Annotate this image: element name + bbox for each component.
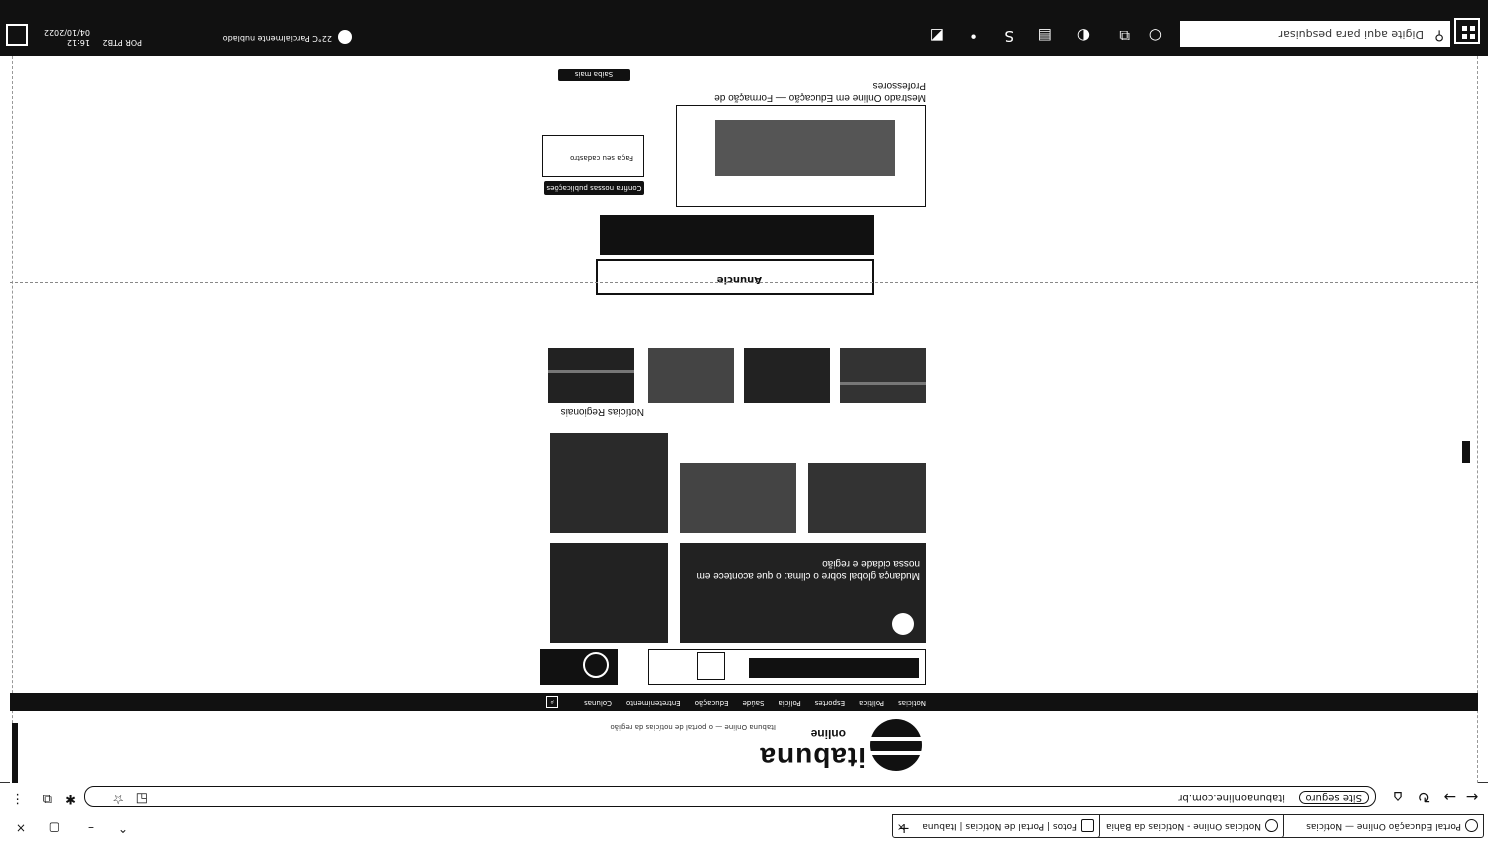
news-card[interactable]: [680, 463, 796, 533]
ad-box[interactable]: Anuncie: [596, 259, 874, 295]
read-more-button[interactable]: Saiba mais: [558, 69, 630, 81]
tab-label: Fotos | Portal de Notícias | Itabuna: [922, 821, 1077, 831]
regional-news-thumb[interactable]: [648, 348, 734, 403]
task-view-icon[interactable]: ⧉: [1119, 27, 1130, 45]
tab-fotos[interactable]: Fotos | Portal de Notícias | Itabuna ×: [892, 814, 1100, 838]
cortana-icon[interactable]: ○: [1149, 27, 1162, 45]
edge-browser-icon[interactable]: ◐: [1077, 27, 1090, 45]
more-menu-icon[interactable]: ⋮: [11, 791, 24, 806]
language-indicator[interactable]: POR PTB2: [102, 38, 142, 47]
rotated-screen: Portal Educação Online — Notícias × Notí…: [0, 0, 1488, 841]
address-bar[interactable]: Site seguro itabunaonline.com.br: [84, 786, 1376, 807]
ad-label: Anuncie: [716, 274, 762, 285]
top-ad-banner[interactable]: [648, 649, 926, 685]
tab-label: Portal Educação Online — Notícias: [1306, 821, 1461, 831]
ad-image: [697, 652, 725, 680]
web-page: itabuna online Itabuna Online — o portal…: [10, 56, 1478, 783]
promo-image: [715, 120, 895, 176]
regional-news-thumb[interactable]: [744, 348, 830, 403]
back-arrow-icon[interactable]: ←: [1464, 788, 1480, 806]
tab-active[interactable]: Portal Educação Online — Notícias ×: [1260, 814, 1484, 838]
search-icon: ⚲: [1434, 28, 1444, 43]
browser-tab-strip: Portal Educação Online — Notícias × Notí…: [0, 810, 1488, 841]
weather-text[interactable]: 22°C Parcialmente nublado: [223, 34, 332, 43]
forward-arrow-icon[interactable]: →: [1442, 788, 1458, 806]
publications-button[interactable]: Confira nossas publicações: [544, 181, 644, 195]
taskbar: ⚲ Digite aqui para pesquisar ○ ⧉ ◐ ▤ S •…: [0, 0, 1488, 56]
whatsapp-icon: [583, 652, 609, 678]
site-favicon-icon: [1465, 819, 1478, 832]
tab-label: Notícias Online - Notícias da Bahia: [1105, 821, 1261, 831]
minimize-icon[interactable]: –: [88, 821, 94, 835]
app-icon[interactable]: ◩: [930, 27, 944, 45]
side-marker: [1462, 441, 1470, 463]
taskbar-search[interactable]: ⚲ Digite aqui para pesquisar: [1180, 21, 1450, 47]
file-explorer-icon[interactable]: ▤: [1038, 27, 1052, 45]
ad-dark-block: [749, 658, 919, 678]
favorite-star-icon[interactable]: ☆: [112, 791, 124, 806]
security-chip[interactable]: Site seguro: [1298, 791, 1369, 804]
promo-article[interactable]: [676, 105, 926, 207]
chevron-up-icon[interactable]: ⌃: [118, 821, 128, 835]
news-card[interactable]: [550, 433, 668, 533]
divider: [10, 282, 1478, 283]
skype-icon[interactable]: S: [1004, 27, 1014, 45]
signup-label: Faça seu cadastro: [570, 154, 633, 162]
news-card[interactable]: [550, 543, 668, 643]
close-window-icon[interactable]: ×: [16, 821, 26, 835]
reader-icon[interactable]: ◱: [136, 791, 148, 806]
clock-time[interactable]: 16:12: [67, 38, 90, 47]
tab-noticias[interactable]: Notícias Online - Notícias da Bahia ×: [1076, 814, 1284, 838]
weather-icon[interactable]: [338, 30, 352, 44]
regional-news-thumb[interactable]: [548, 348, 634, 403]
collections-icon[interactable]: ⧉: [43, 791, 52, 806]
side-ad-banner[interactable]: [540, 649, 618, 685]
search-placeholder: Digite aqui para pesquisar: [1278, 28, 1424, 41]
new-tab-button[interactable]: +: [898, 820, 910, 836]
signup-box[interactable]: Faça seu cadastro: [542, 135, 644, 177]
page-edge: [1475, 56, 1478, 783]
featured-headline: Mudança global sobre o clima: o que acon…: [696, 558, 920, 581]
news-card[interactable]: [808, 463, 926, 533]
promo-banner[interactable]: [600, 215, 874, 255]
site-favicon-icon: [1081, 819, 1094, 832]
play-icon: [892, 613, 914, 635]
section-title: Notícias Regionais: [560, 406, 644, 417]
scrollbar-thumb[interactable]: [12, 723, 18, 783]
address-toolbar: ← → ↻ ⌂ Site seguro itabunaonline.com.br…: [0, 782, 1488, 811]
notifications-icon[interactable]: [6, 24, 28, 46]
url-text[interactable]: itabunaonline.com.br: [1178, 792, 1285, 803]
mail-icon[interactable]: •: [969, 27, 978, 45]
extensions-icon[interactable]: ✱: [65, 791, 76, 806]
reload-icon[interactable]: ↻: [1416, 788, 1432, 806]
featured-news-card[interactable]: Mudança global sobre o clima: o que acon…: [680, 543, 926, 643]
promo-headline[interactable]: Mestrado Online em Educação — Formação d…: [678, 79, 926, 103]
clock-date[interactable]: 04/10/2022: [44, 28, 90, 37]
page-edge: [10, 56, 13, 783]
site-favicon-icon: [1265, 819, 1278, 832]
site-body: Mudança global sobre o clima: o que acon…: [540, 56, 926, 783]
home-icon[interactable]: ⌂: [1390, 788, 1406, 806]
regional-news-thumb[interactable]: [840, 348, 926, 403]
windows-start-icon[interactable]: [1454, 18, 1480, 44]
restore-icon[interactable]: ▢: [49, 821, 60, 835]
